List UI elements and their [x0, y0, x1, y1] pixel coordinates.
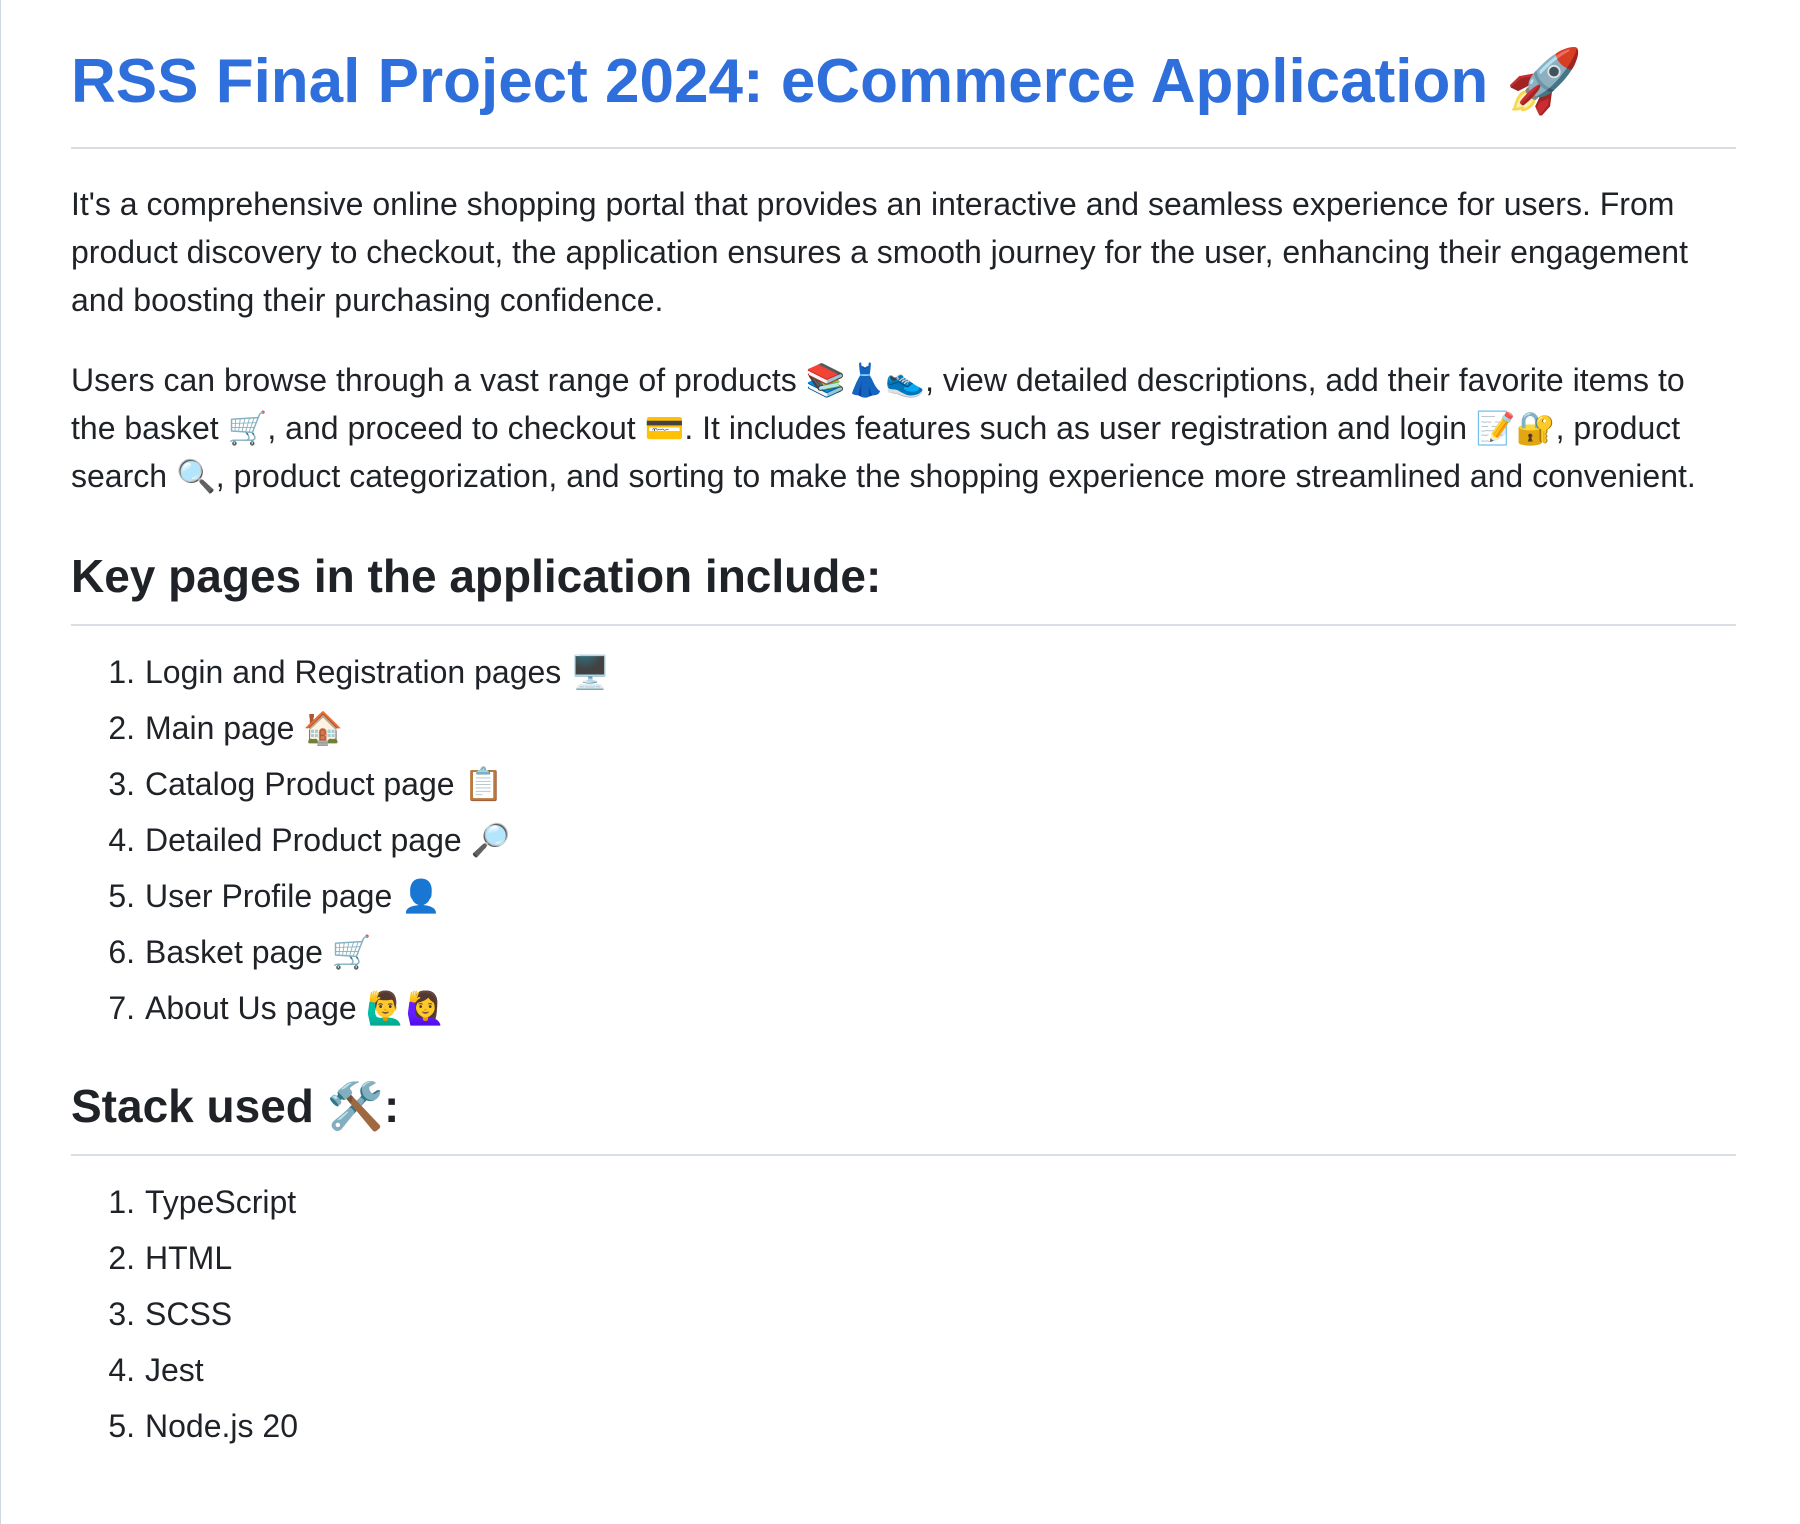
list-item-number: 5. — [108, 1408, 135, 1444]
list-item-label: Main page 🏠 — [145, 710, 344, 746]
list-item: 2. HTML — [71, 1230, 1736, 1286]
intro-paragraph: It's a comprehensive online shopping por… — [71, 186, 1688, 318]
list-item-label: Node.js 20 — [145, 1408, 298, 1444]
key-pages-heading: Key pages in the application include: — [71, 542, 1736, 626]
list-item-number: 4. — [108, 822, 135, 858]
list-item-label: Login and Registration pages 🖥️ — [145, 654, 611, 690]
list-item-label: HTML — [145, 1240, 233, 1276]
list-item-number: 3. — [108, 1296, 135, 1332]
list-item: 2. Main page 🏠 — [71, 700, 1736, 756]
list-item: 5. User Profile page 👤 — [71, 868, 1736, 924]
rocket-icon: 🚀 — [1505, 44, 1583, 117]
list-item-label: User Profile page 👤 — [145, 878, 441, 914]
list-item-number: 2. — [108, 710, 135, 746]
project-title[interactable]: RSS Final Project 2024: eCommerce Applic… — [71, 0, 1736, 149]
list-item: 4. Jest — [71, 1342, 1736, 1398]
list-item: 3. Catalog Product page 📋 — [71, 756, 1736, 812]
readme-content: RSS Final Project 2024: eCommerce Applic… — [71, 0, 1736, 1454]
list-item: 3. SCSS — [71, 1286, 1736, 1342]
list-item-number: 5. — [108, 878, 135, 914]
key-pages-list: 1. Login and Registration pages 🖥️ 2. Main… — [71, 644, 1736, 1036]
readme-page: RSS Final Project 2024: eCommerce Applic… — [0, 0, 1800, 1524]
list-item-label: TypeScript — [145, 1184, 297, 1220]
list-item-number: 4. — [108, 1352, 135, 1388]
list-item-number: 2. — [108, 1240, 135, 1276]
project-title-text[interactable]: RSS Final Project 2024: eCommerce Applic… — [71, 47, 1488, 116]
list-item-label: Catalog Product page 📋 — [145, 766, 504, 802]
stack-list: 1. TypeScript 2. HTML 3. SCSS 4. Jest 5. Node… — [71, 1174, 1736, 1454]
list-item-label: SCSS — [145, 1296, 233, 1332]
list-item-label: Detailed Product page 🔎 — [145, 822, 511, 858]
list-item-number: 3. — [108, 766, 135, 802]
features-paragraph: Users can browse through a vast range of… — [71, 362, 1696, 494]
list-item: 5. Node.js 20 — [71, 1398, 1736, 1454]
list-item: 6. Basket page 🛒 — [71, 924, 1736, 980]
list-item-number: 1. — [108, 654, 135, 690]
list-item-number: 1. — [108, 1184, 135, 1220]
stack-heading: Stack used 🛠️: — [71, 1072, 1736, 1156]
list-item: 4. Detailed Product page 🔎 — [71, 812, 1736, 868]
list-item-label: About Us page 🙋‍♂️🙋‍♀️ — [145, 990, 446, 1026]
list-item-label: Jest — [145, 1352, 204, 1388]
list-item-number: 7. — [108, 990, 135, 1026]
list-item-number: 6. — [108, 934, 135, 970]
list-item-label: Basket page 🛒 — [145, 934, 372, 970]
list-item: 1. TypeScript — [71, 1174, 1736, 1230]
list-item: 7. About Us page 🙋‍♂️🙋‍♀️ — [71, 980, 1736, 1036]
list-item: 1. Login and Registration pages 🖥️ — [71, 644, 1736, 700]
